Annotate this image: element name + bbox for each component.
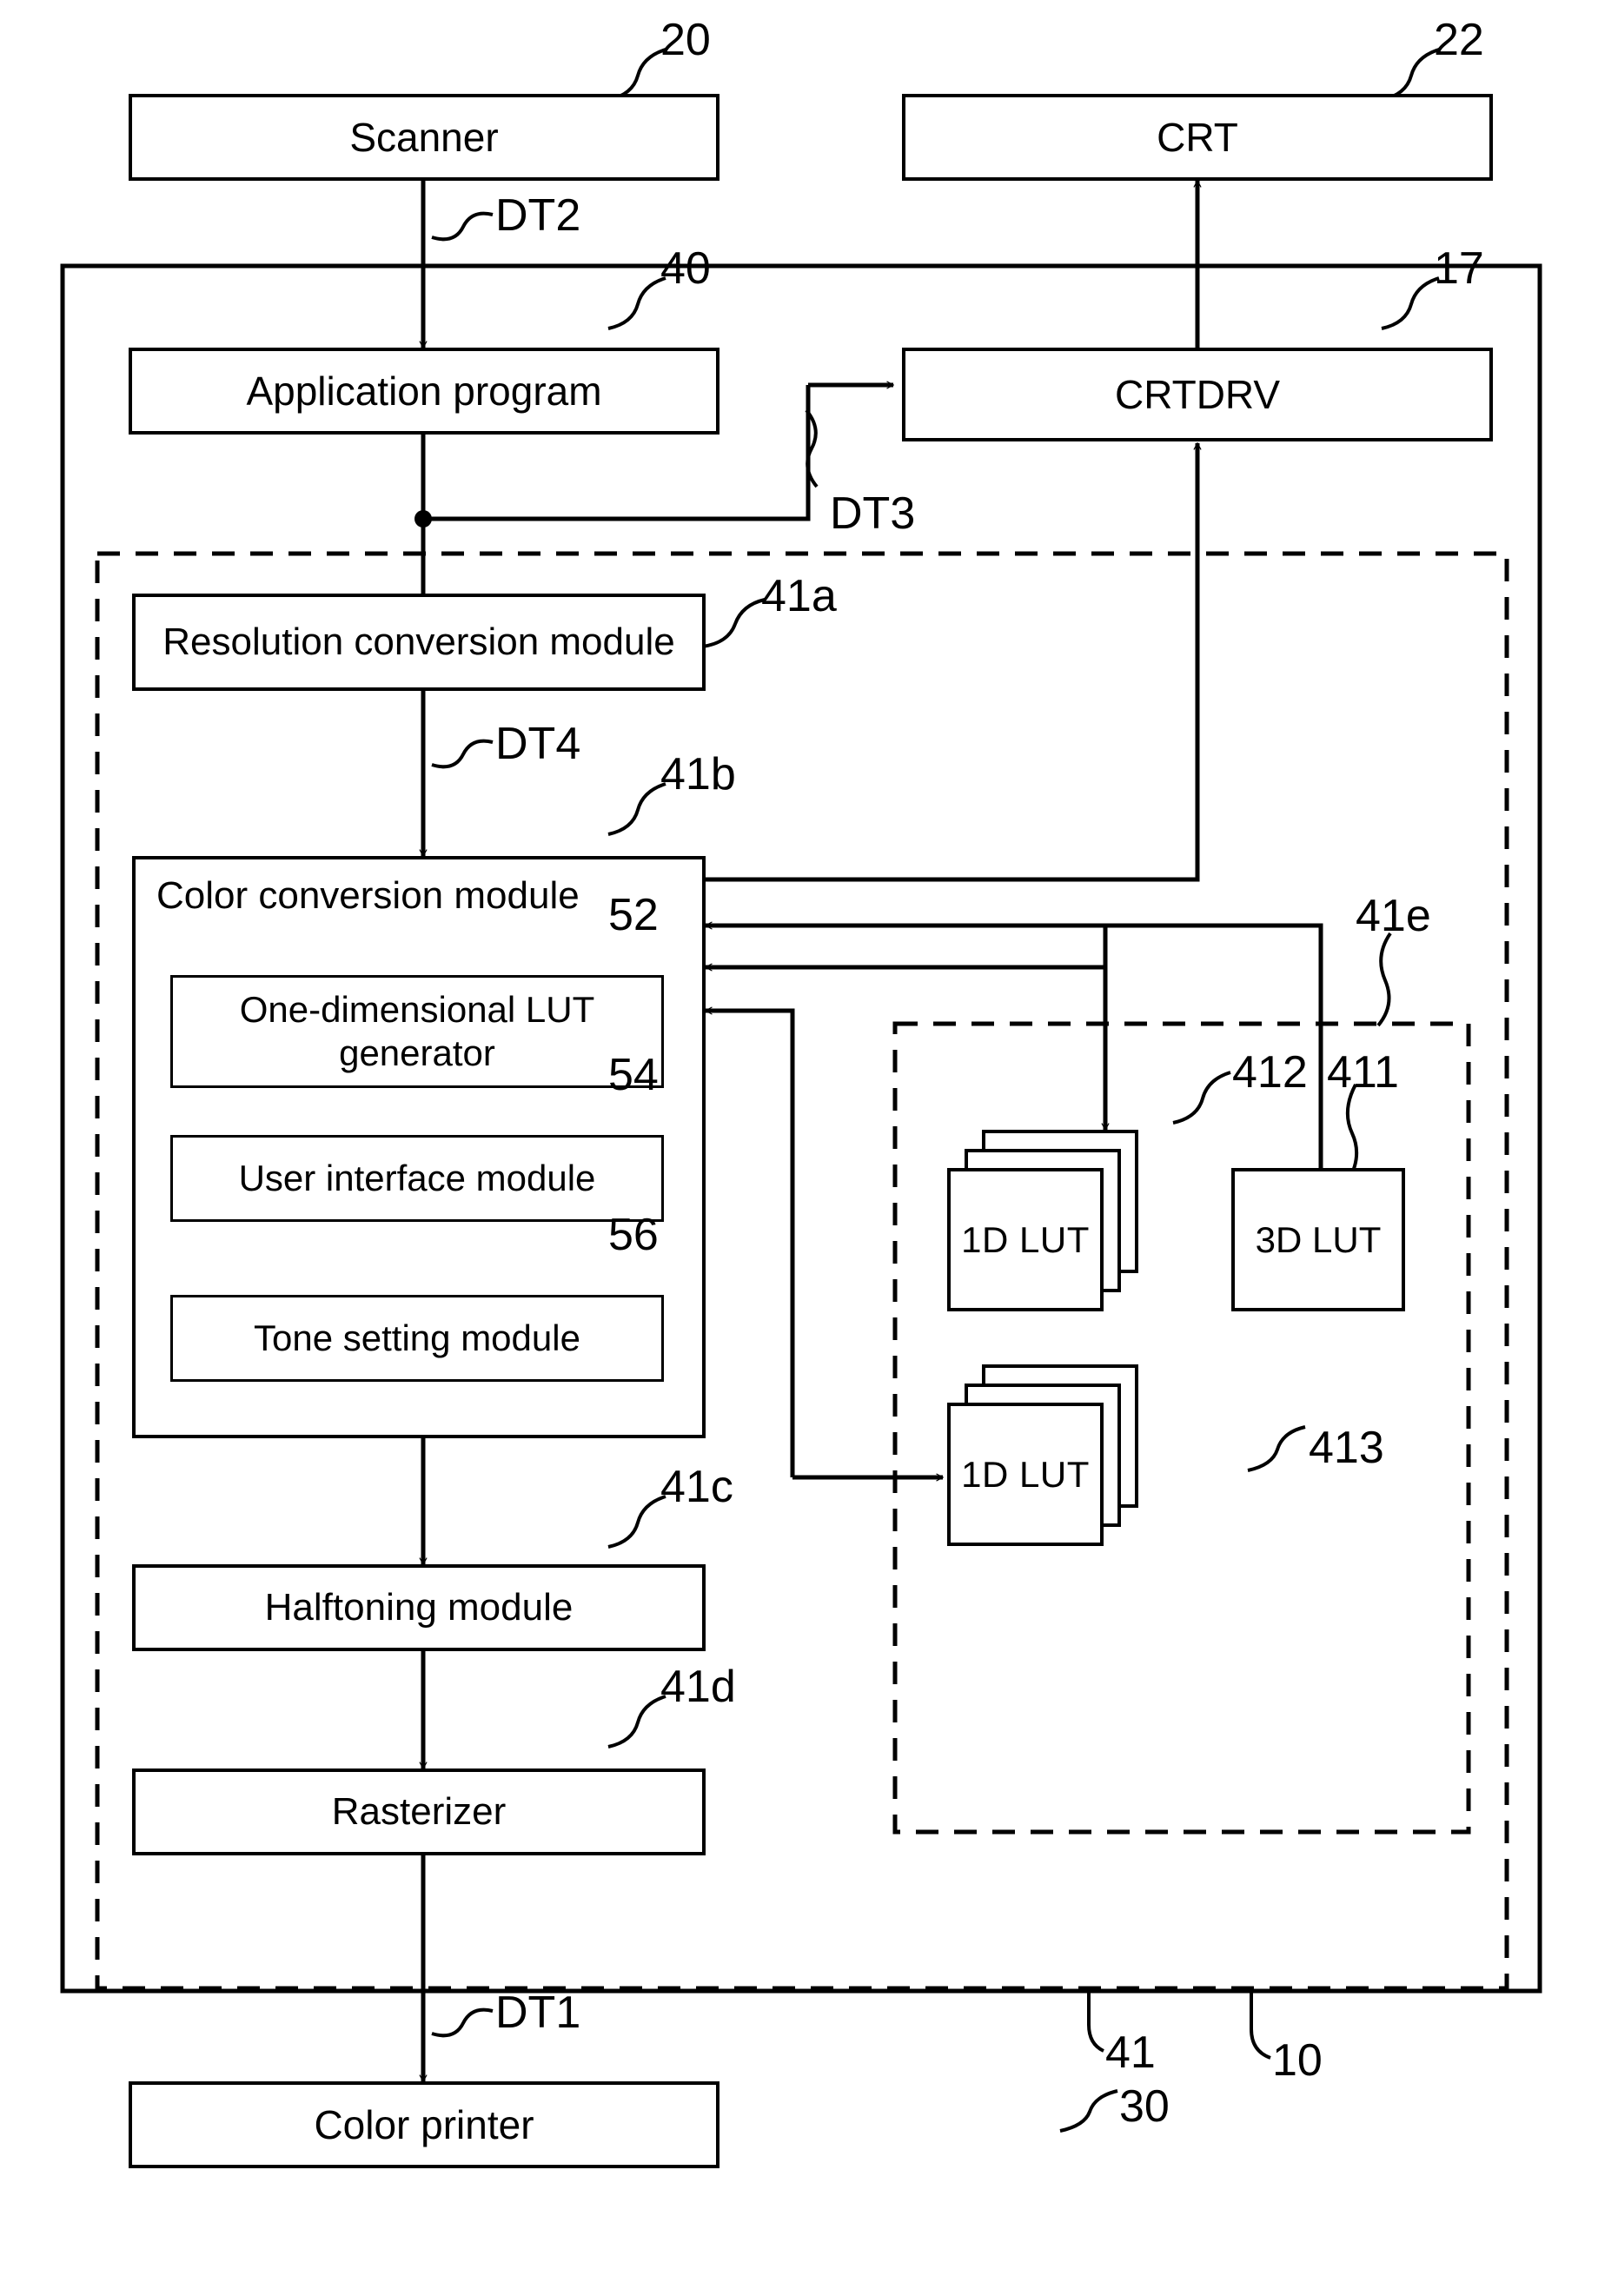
ref-numeral-application-program: 40 [660,243,711,294]
resolution-conversion-module-box[interactable]: Resolution conversion module [132,594,706,691]
ref-numeral-lut-1d-lower: 413 [1309,1423,1384,1473]
crt-label: CRT [1157,114,1238,160]
ref-numeral-rasterizer: 41d [660,1662,736,1712]
application-program-label: Application program [246,368,602,414]
ref-numeral-printer-driver-group: 41 [1105,2027,1156,2078]
crtdrv-box[interactable]: CRTDRV [902,348,1493,441]
ref-numeral-lut-1d-upper: 412 [1232,1047,1308,1098]
one-dimensional-lut-generator-box[interactable]: One-dimensional LUT generator [170,975,664,1088]
application-program-box[interactable]: Application program [129,348,719,435]
tone-setting-module-label: Tone setting module [254,1317,580,1359]
scanner-box[interactable]: Scanner [129,94,719,181]
user-interface-module-label: User interface module [238,1158,596,1199]
color-printer-box[interactable]: Color printer [129,2081,719,2168]
signal-label-dt1: DT1 [495,1987,581,2038]
lut-3d-box[interactable]: 3D LUT [1231,1168,1405,1311]
crtdrv-label: CRTDRV [1115,371,1280,417]
ref-numeral-user-interface-module: 54 [608,1050,659,1100]
signal-label-dt2: DT2 [495,190,581,241]
rasterizer-box[interactable]: Rasterizer [132,1768,706,1855]
ref-numeral-one-dimensional-lut-generator: 52 [608,890,659,940]
crt-box[interactable]: CRT [902,94,1493,181]
ref-numeral-lut-3d: 411 [1327,1047,1399,1098]
rasterizer-label: Rasterizer [331,1790,507,1834]
halftoning-module-box[interactable]: Halftoning module [132,1564,706,1651]
ref-numeral-computer-group: 10 [1272,2035,1323,2086]
ref-numeral-crt: 22 [1434,15,1484,65]
halftoning-module-label: Halftoning module [264,1586,574,1629]
one-dimensional-lut-generator-label: One-dimensional LUT generator [239,989,595,1073]
lut-3d-label: 3D LUT [1255,1218,1382,1260]
tone-setting-module-box[interactable]: Tone setting module [170,1295,664,1382]
scanner-label: Scanner [349,114,499,160]
resolution-conversion-module-label: Resolution conversion module [162,620,675,664]
lut-1d-upper-sheet-front[interactable]: 1D LUT [947,1168,1104,1311]
signal-label-dt3: DT3 [830,488,916,539]
color-conversion-module-label: Color conversion module [156,874,580,917]
figure-canvas: Scanner CRT Application program CRTDRV R… [0,0,1618,2296]
ref-numeral-scanner: 20 [660,15,711,65]
ref-numeral-tone-setting-module: 56 [608,1210,659,1260]
lut-1d-upper-label: 1D LUT [961,1218,1090,1260]
lut-1d-upper-stack[interactable]: 1D LUT [947,1130,1147,1312]
ref-numeral-lut-group: 41e [1356,891,1431,941]
ref-numeral-color-printer: 30 [1119,2081,1170,2132]
ref-numeral-resolution-conversion-module: 41a [761,571,837,621]
user-interface-module-box[interactable]: User interface module [170,1135,664,1222]
ref-numeral-crtdrv: 17 [1434,243,1484,294]
lut-1d-lower-sheet-front[interactable]: 1D LUT [947,1403,1104,1546]
lut-1d-lower-label: 1D LUT [961,1453,1090,1495]
signal-label-dt4: DT4 [495,719,581,769]
color-printer-label: Color printer [314,2101,534,2147]
ref-numeral-halftoning-module: 41c [660,1462,733,1512]
lut-1d-lower-stack[interactable]: 1D LUT [947,1364,1147,1547]
ref-numeral-color-conversion-module: 41b [660,749,736,800]
